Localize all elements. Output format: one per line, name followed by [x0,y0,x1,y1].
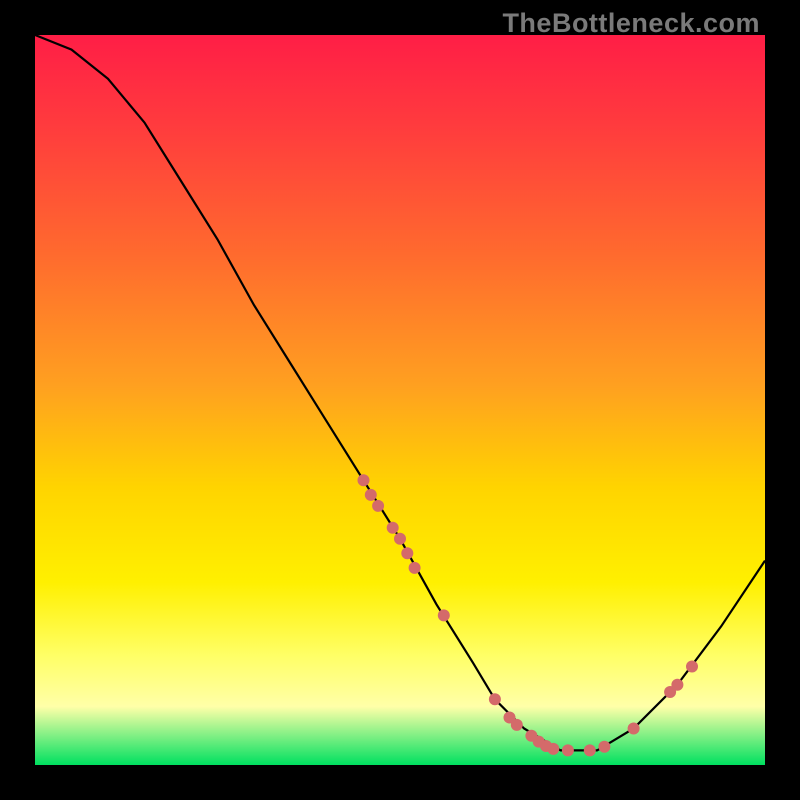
highlight-dot [598,741,610,753]
watermark-text: TheBottleneck.com [502,8,760,39]
highlight-dot [365,489,377,501]
highlight-dot [409,562,421,574]
bottleneck-curve [35,35,765,750]
highlight-dot [511,719,523,731]
highlight-dot [686,661,698,673]
highlight-dot [671,679,683,691]
highlight-dot [372,500,384,512]
curve-layer [35,35,765,765]
highlight-dot [358,474,370,486]
highlight-dot [394,533,406,545]
highlight-dot [628,723,640,735]
highlight-dot [438,609,450,621]
highlight-dot [562,744,574,756]
highlight-dot [387,522,399,534]
highlight-dot [584,744,596,756]
highlight-dot [401,547,413,559]
chart-area [35,35,765,765]
highlight-dot [489,693,501,705]
highlight-dot [547,743,559,755]
